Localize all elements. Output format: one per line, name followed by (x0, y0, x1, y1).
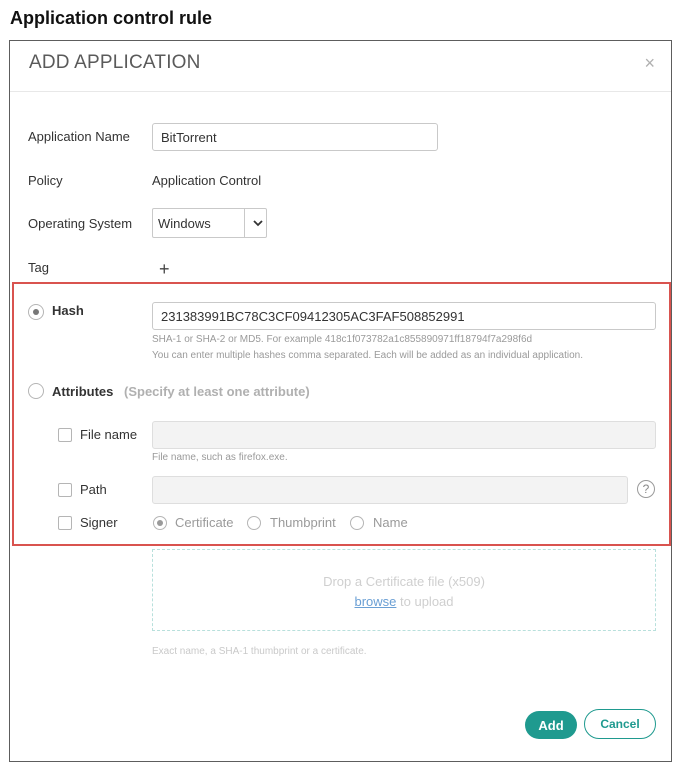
tag-label: Tag (28, 260, 49, 275)
policy-value: Application Control (152, 173, 262, 188)
hash-input[interactable] (152, 302, 656, 330)
os-select-value: Windows (158, 216, 211, 231)
file-name-checkbox[interactable] (58, 428, 72, 442)
select-divider (244, 209, 245, 237)
hash-radio[interactable] (28, 304, 44, 320)
path-label: Path (80, 482, 107, 497)
certificate-drop-zone[interactable]: Drop a Certificate file (x509) browse to… (152, 549, 656, 631)
attributes-label: Attributes (52, 384, 114, 399)
signer-name-label: Name (373, 515, 408, 530)
hash-label: Hash (52, 303, 84, 318)
add-application-dialog: ADD APPLICATION × Application Name Polic… (9, 40, 672, 762)
attributes-note: (Specify at least one attribute) (124, 384, 310, 399)
path-input[interactable] (152, 476, 628, 504)
dialog-header: ADD APPLICATION × (10, 41, 671, 91)
dialog-title: ADD APPLICATION (29, 52, 201, 73)
add-button[interactable]: Add (525, 711, 577, 739)
app-name-input[interactable] (152, 123, 438, 151)
policy-label: Policy (28, 173, 63, 188)
signer-certificate-label: Certificate (175, 515, 234, 530)
file-name-label: File name (80, 427, 138, 442)
upload-text: to upload (396, 594, 454, 609)
drop-zone-browse-line: browse to upload (153, 594, 655, 609)
page-caption: Application control rule (10, 8, 213, 28)
signer-certificate-radio[interactable] (153, 516, 167, 530)
path-checkbox[interactable] (58, 483, 72, 497)
signer-name-radio[interactable] (350, 516, 364, 530)
hash-hint-example: SHA-1 or SHA-2 or MD5. For example 418c1… (152, 334, 533, 345)
help-icon[interactable]: ? (637, 480, 655, 498)
signer-label: Signer (80, 515, 118, 530)
attributes-radio[interactable] (28, 383, 44, 399)
cancel-button[interactable]: Cancel (584, 709, 656, 739)
signer-checkbox[interactable] (58, 516, 72, 530)
browse-link[interactable]: browse (354, 594, 396, 609)
chevron-down-icon (253, 220, 263, 227)
drop-zone-text: Drop a Certificate file (x509) (323, 574, 485, 589)
file-name-input[interactable] (152, 421, 656, 449)
signer-thumbprint-label: Thumbprint (270, 515, 336, 530)
header-divider (10, 91, 671, 92)
signer-thumbprint-radio[interactable] (247, 516, 261, 530)
add-tag-plus-icon[interactable]: + (159, 260, 170, 278)
hash-hint-multiple: You can enter multiple hashes comma sepa… (152, 350, 584, 361)
file-name-hint: File name, such as firefox.exe. (152, 452, 288, 463)
close-icon[interactable]: × (644, 54, 655, 72)
os-label: Operating System (28, 216, 133, 231)
app-name-label: Application Name (28, 129, 130, 144)
os-select[interactable]: Windows (152, 208, 267, 238)
signer-hint: Exact name, a SHA-1 thumbprint or a cert… (152, 646, 367, 657)
